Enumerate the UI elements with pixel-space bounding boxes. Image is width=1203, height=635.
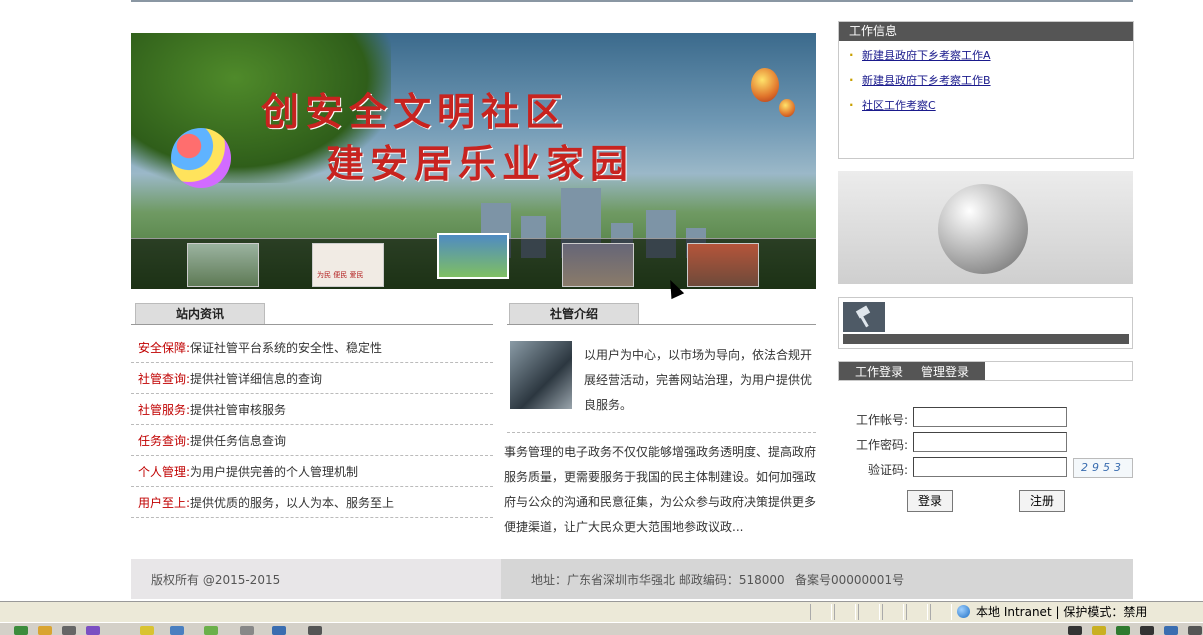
list-item: 新建县政府下乡考察工作B	[839, 72, 1133, 97]
site-news-title: 站内资讯	[135, 303, 265, 324]
captcha-input[interactable]	[913, 457, 1067, 477]
intro-summary: 以用户为中心，以市场为导向，依法合规开展经营活动，完善网站治理，为用户提供优良服…	[584, 348, 813, 412]
captcha-image[interactable]: 2953	[1073, 458, 1133, 478]
row-value: 提供任务信息查询	[190, 434, 287, 448]
intro-title: 社管介绍	[509, 303, 639, 324]
register-button[interactable]: 注册	[1019, 490, 1065, 512]
account-label: 工作帐号:	[855, 413, 908, 427]
banner-thumb-2[interactable]: 为民 便民 爱民	[312, 243, 384, 287]
taskbar	[0, 622, 1203, 635]
work-info-title: 工作信息	[839, 22, 1133, 41]
gavel-icon	[843, 302, 885, 332]
status-cell	[834, 604, 856, 620]
row-value: 提供优质的服务，以人为本、服务至上	[190, 496, 395, 510]
tab-work-login[interactable]: 工作登录	[855, 363, 903, 380]
work-info-link[interactable]: 新建县政府下乡考察工作A	[862, 49, 991, 62]
intro-image	[510, 341, 572, 409]
login-button[interactable]: 登录	[907, 490, 953, 512]
banner-thumb-4[interactable]	[562, 243, 634, 287]
footer: 版权所有 @2015-2015 地址：广东省深圳市华强北 邮政编码：518000…	[131, 559, 1133, 599]
site-news-header: 站内资讯	[131, 303, 493, 325]
intro-divider	[507, 432, 816, 433]
table-row: 个人管理:为用户提供完善的个人管理机制	[131, 457, 493, 487]
tool-bar	[843, 334, 1129, 344]
row-key[interactable]: 任务查询:	[138, 434, 190, 448]
table-row: 社管查询:提供社管详细信息的查询	[131, 364, 493, 394]
zone-globe-icon	[957, 605, 970, 618]
password-label: 工作密码:	[855, 438, 908, 452]
balloon-icon	[171, 128, 231, 188]
footer-address: 地址：广东省深圳市华强北 邮政编码：518000	[531, 573, 785, 587]
row-value: 提供社管详细信息的查询	[190, 372, 323, 386]
table-row: 用户至上:提供优质的服务，以人为本、服务至上	[131, 488, 493, 518]
thumb-logo-text: 为民 便民 爱民	[317, 271, 364, 279]
row-value: 提供社管审核服务	[190, 403, 287, 417]
row-value: 为用户提供完善的个人管理机制	[190, 465, 359, 479]
work-info-link[interactable]: 新建县政府下乡考察工作B	[862, 74, 991, 87]
work-info-panel: 工作信息 新建县政府下乡考察工作A 新建县政府下乡考察工作B 社区工作考察C	[838, 21, 1134, 159]
banner-headline-2: 建安居乐业家园	[326, 141, 635, 186]
password-input[interactable]	[913, 432, 1067, 452]
account-input[interactable]	[913, 407, 1067, 427]
status-cell	[882, 604, 904, 620]
row-key[interactable]: 用户至上:	[138, 496, 190, 510]
intro-header: 社管介绍	[507, 303, 816, 325]
banner-thumb-1[interactable]	[187, 243, 259, 287]
captcha-label: 验证码:	[867, 463, 908, 477]
globe-icon	[938, 184, 1028, 274]
row-key[interactable]: 个人管理:	[138, 465, 190, 479]
browser-status-bar: 本地 Intranet | 保护模式：禁用	[0, 601, 1203, 623]
status-cell	[930, 604, 952, 620]
table-row: 安全保障:保证社管平台系统的安全性、稳定性	[131, 333, 493, 363]
work-info-link[interactable]: 社区工作考察C	[862, 99, 936, 112]
status-cell	[906, 604, 928, 620]
row-key[interactable]: 社管服务:	[138, 403, 190, 417]
list-item: 社区工作考察C	[839, 97, 1133, 122]
balloon-icon	[779, 99, 795, 117]
footer-icp: 备案号00000001号	[795, 573, 905, 587]
status-cell	[810, 604, 832, 620]
banner-headline-1: 创安全文明社区	[261, 89, 570, 134]
row-key[interactable]: 安全保障:	[138, 341, 190, 355]
row-key[interactable]: 社管查询:	[138, 372, 190, 386]
row-value: 保证社管平台系统的安全性、稳定性	[190, 341, 383, 355]
tab-admin-login[interactable]: 管理登录	[921, 363, 969, 380]
status-cell	[858, 604, 880, 620]
security-zone-text: 本地 Intranet | 保护模式：禁用	[976, 605, 1148, 619]
login-tabs: 工作登录 管理登录	[838, 361, 1133, 381]
footer-copyright: 版权所有 @2015-2015	[151, 573, 281, 587]
banner-thumb-3[interactable]	[437, 233, 509, 279]
top-divider	[131, 0, 1133, 2]
list-item: 新建县政府下乡考察工作A	[839, 47, 1133, 72]
banner-thumb-5[interactable]	[687, 243, 759, 287]
tool-banner	[838, 297, 1133, 349]
hero-banner: 创安全文明社区 建安居乐业家园 为民 便民 爱民	[131, 33, 816, 289]
table-row: 社管服务:提供社管审核服务	[131, 395, 493, 425]
work-info-list: 新建县政府下乡考察工作A 新建县政府下乡考察工作B 社区工作考察C	[839, 47, 1133, 122]
table-row: 任务查询:提供任务信息查询	[131, 426, 493, 456]
balloon-icon	[751, 68, 779, 102]
intro-more-text: 事务管理的电子政务不仅仅能够增强政务透明度、提高政府服务质量，更需要服务于我国的…	[504, 445, 817, 534]
globe-image	[838, 171, 1133, 284]
